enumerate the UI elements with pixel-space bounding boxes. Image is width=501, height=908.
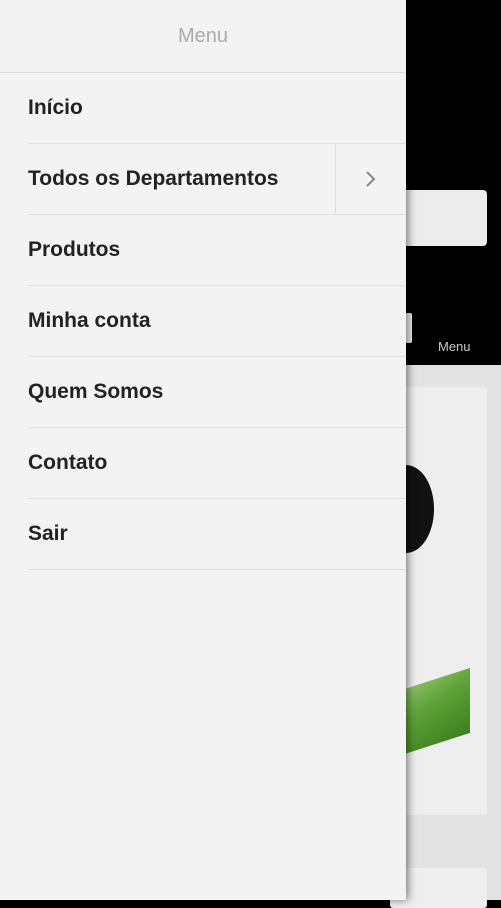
menu-list: Início Todos os Departamentos Produtos M…	[0, 73, 406, 570]
menu-item-label: Todos os Departamentos	[28, 167, 279, 190]
navigation-drawer: Menu Início Todos os Departamentos Produ…	[0, 0, 406, 900]
drawer-title: Menu	[177, 24, 229, 47]
menu-item-label: Início	[28, 96, 83, 119]
menu-item-contato[interactable]: Contato	[28, 428, 406, 499]
menu-item-label: Minha conta	[28, 309, 151, 332]
menu-item-quem-somos[interactable]: Quem Somos	[28, 357, 406, 428]
chevron-right-icon	[366, 171, 376, 187]
menu-button-label: Menu	[438, 339, 471, 354]
menu-item-inicio[interactable]: Início	[28, 73, 406, 144]
submenu-toggle-button[interactable]	[335, 144, 406, 214]
menu-item-sair[interactable]: Sair	[28, 499, 406, 570]
menu-item-label: Quem Somos	[28, 380, 164, 403]
menu-item-minha-conta[interactable]: Minha conta	[28, 286, 406, 357]
menu-item-produtos[interactable]: Produtos	[28, 215, 406, 286]
menu-item-label: Sair	[28, 522, 68, 545]
menu-item-label: Produtos	[28, 238, 121, 261]
drawer-header: Menu	[0, 0, 406, 73]
menu-item-label: Contato	[28, 451, 108, 474]
menu-item-todos-os-departamentos[interactable]: Todos os Departamentos	[28, 144, 406, 215]
